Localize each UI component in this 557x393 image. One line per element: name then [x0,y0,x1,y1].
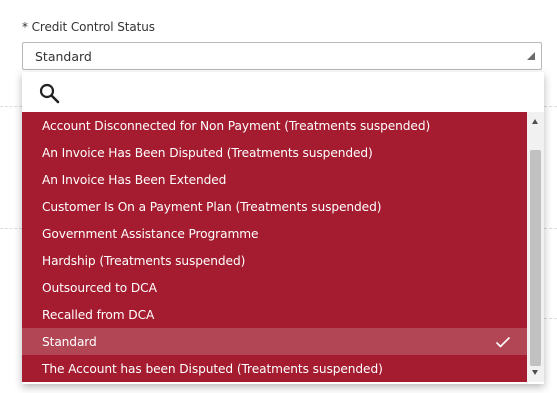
background-divider [544,106,557,107]
background-divider [544,228,557,229]
option-recalled-dca[interactable]: Recalled from DCA [22,301,527,328]
option-payment-plan[interactable]: Customer Is On a Payment Plan (Treatment… [22,193,527,220]
option-label: Customer Is On a Payment Plan (Treatment… [42,199,382,214]
background-divider [544,318,557,319]
dropdown-panel: Account Disconnected for Non Payment (Tr… [22,72,544,384]
dropdown-caret-icon[interactable] [527,52,535,60]
option-invoice-disputed[interactable]: An Invoice Has Been Disputed (Treatments… [22,139,527,166]
scroll-up-arrow-icon[interactable] [532,119,538,124]
option-government-assistance[interactable]: Government Assistance Programme [22,220,527,247]
option-standard[interactable]: Standard [22,328,527,355]
option-label: Account Disconnected for Non Payment (Tr… [42,118,431,133]
background-divider [0,106,22,107]
options-list: Account Disconnected for Non Payment (Tr… [22,112,527,382]
dropdown-scrollbar[interactable] [527,112,544,382]
option-hardship[interactable]: Hardship (Treatments suspended) [22,247,527,274]
option-invoice-extended[interactable]: An Invoice Has Been Extended [22,166,527,193]
search-icon[interactable] [38,82,62,106]
option-label: Hardship (Treatments suspended) [42,253,246,268]
select-value: Standard [35,48,92,64]
option-label: An Invoice Has Been Extended [42,172,227,187]
option-label: Outsourced to DCA [42,280,157,295]
option-account-disputed[interactable]: The Account has been Disputed (Treatment… [22,355,527,382]
option-label: Government Assistance Programme [42,226,259,241]
scroll-down-arrow-icon[interactable] [532,370,538,375]
background-divider [0,228,22,229]
option-label: Recalled from DCA [42,307,155,322]
option-outsourced-dca[interactable]: Outsourced to DCA [22,274,527,301]
credit-control-status-label: * Credit Control Status [22,20,155,34]
check-icon [495,336,511,348]
option-label: The Account has been Disputed (Treatment… [42,361,383,376]
dropdown-search[interactable] [22,72,544,112]
scrollbar-thumb[interactable] [530,150,541,366]
credit-control-status-select[interactable]: Standard [22,42,542,70]
option-label: An Invoice Has Been Disputed (Treatments… [42,145,373,160]
option-label: Standard [42,334,97,349]
option-account-disconnected[interactable]: Account Disconnected for Non Payment (Tr… [22,112,527,139]
